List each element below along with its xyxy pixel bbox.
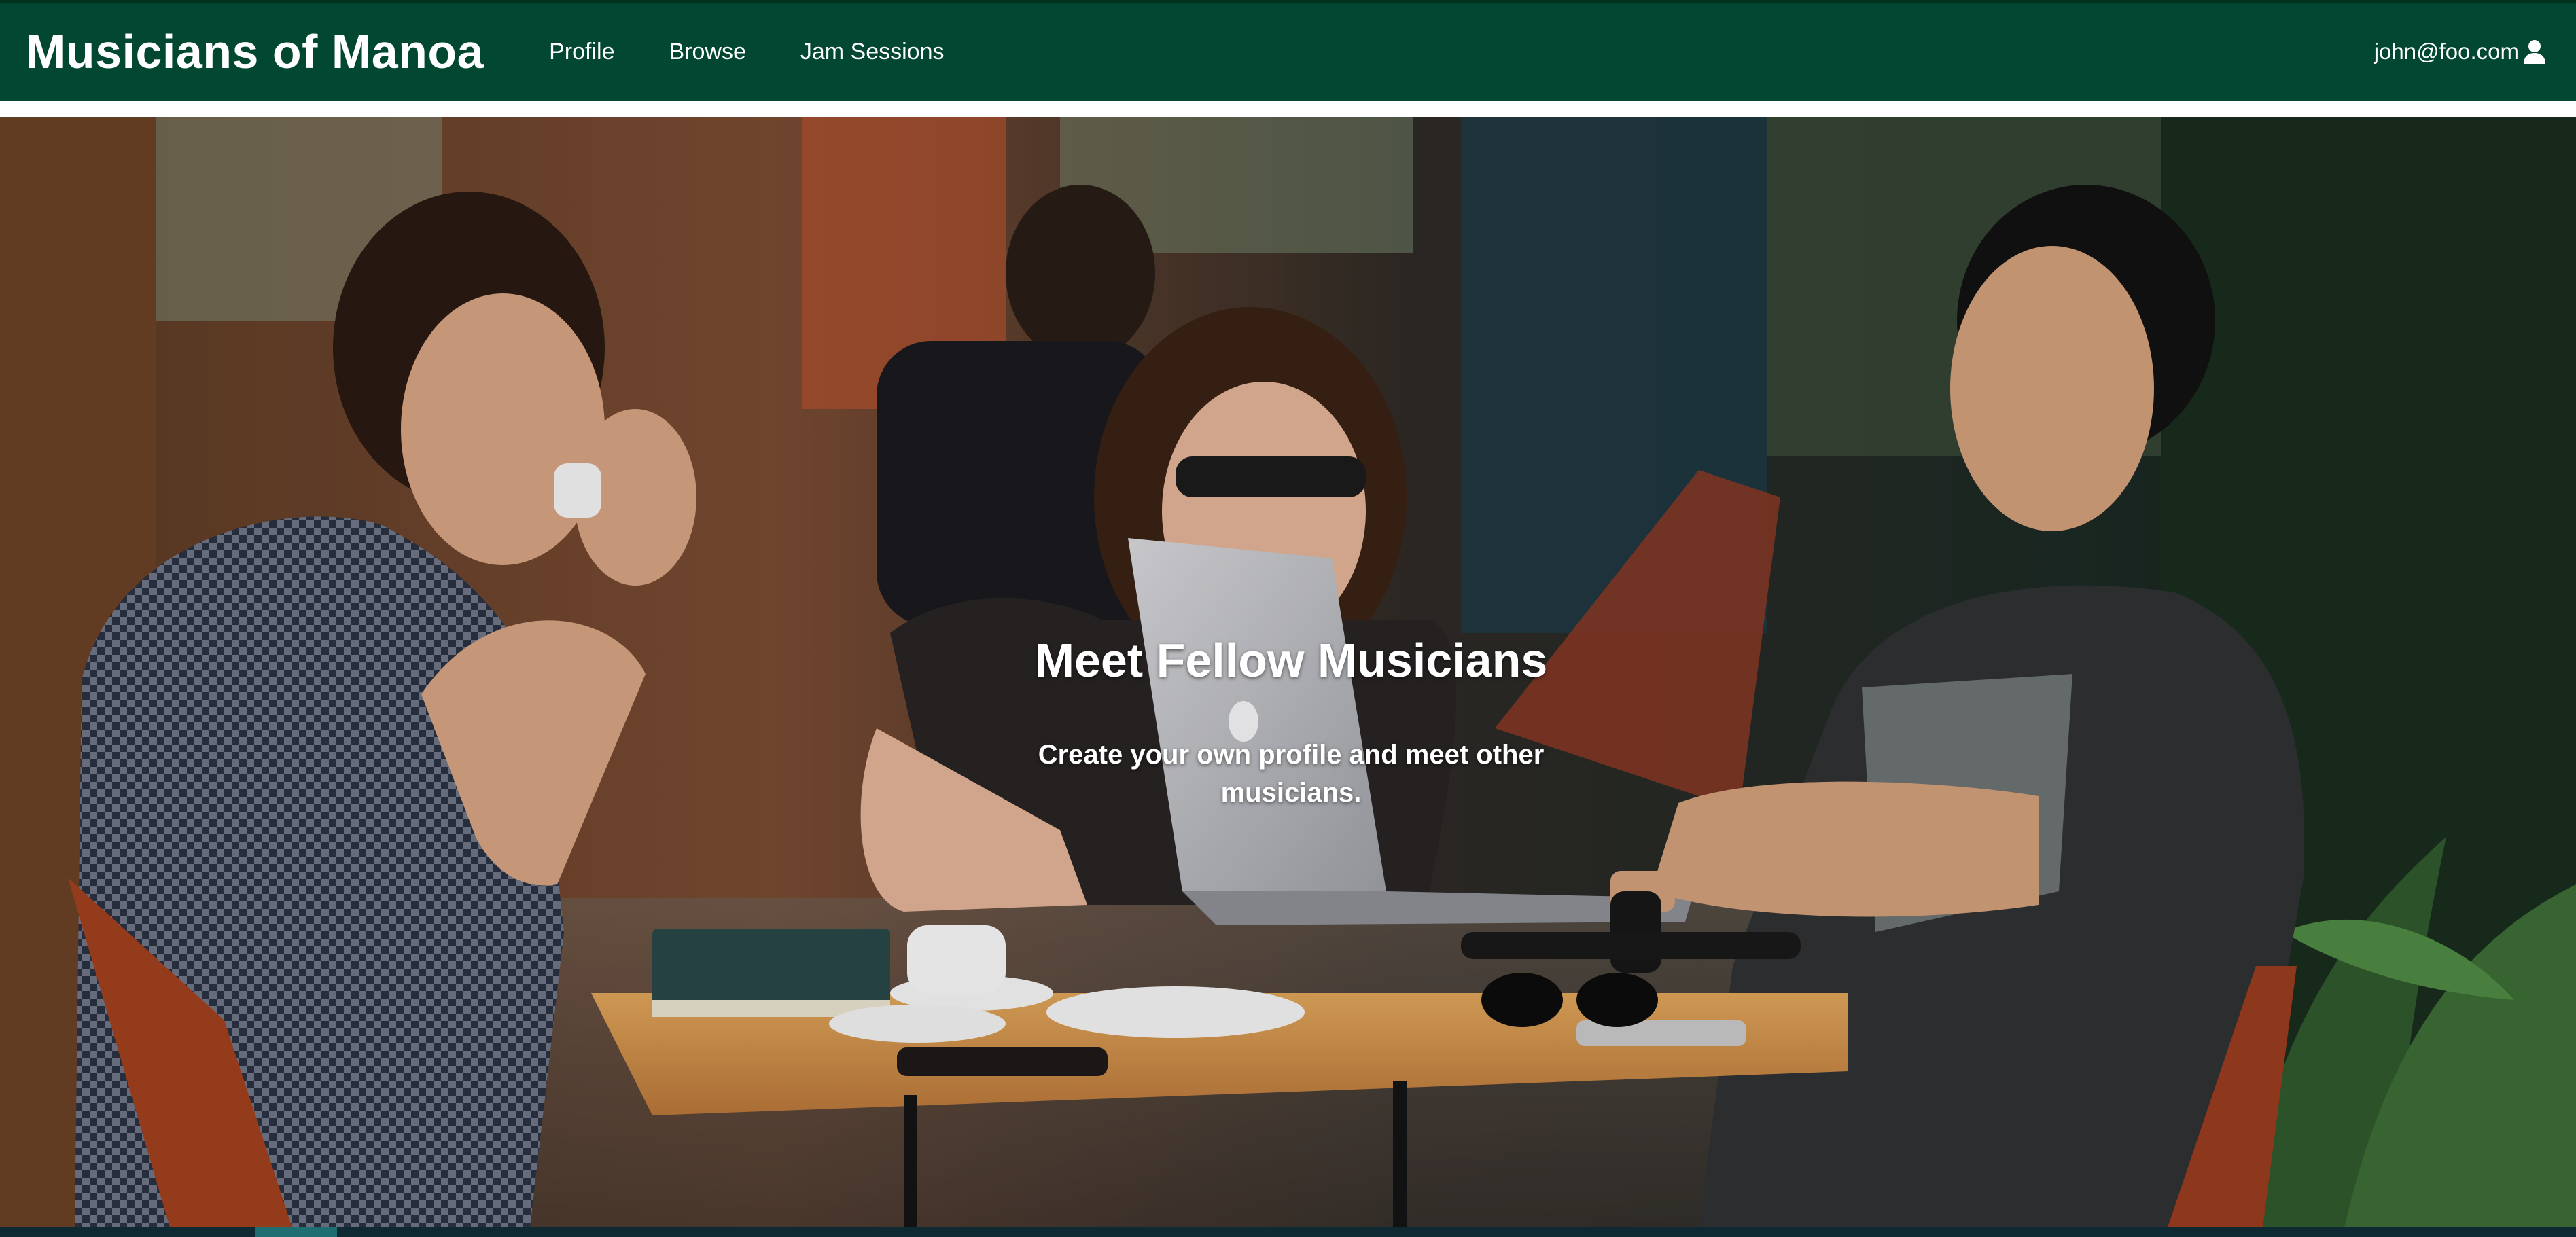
nav-link-browse[interactable]: Browse — [641, 39, 773, 65]
nav-link-profile[interactable]: Profile — [522, 39, 641, 65]
footer-edge — [0, 1227, 2576, 1237]
user-email: john@foo.com — [2374, 39, 2519, 64]
hero-banner: Meet Fellow Musicians Create your own pr… — [0, 117, 2576, 1227]
user-menu[interactable]: john@foo.com — [2374, 39, 2550, 65]
user-icon — [2522, 39, 2547, 65]
footer-accent — [255, 1227, 337, 1237]
brand-logo-link[interactable]: Musicians of Manoa — [26, 24, 484, 79]
top-navbar: Musicians of Manoa Profile Browse Jam Se… — [0, 0, 2576, 101]
hero-content: Meet Fellow Musicians Create your own pr… — [985, 633, 1597, 812]
nav-link-jam-sessions[interactable]: Jam Sessions — [773, 39, 972, 65]
navbar-spacer — [0, 101, 2576, 117]
hero-title: Meet Fellow Musicians — [1034, 634, 1548, 687]
hero-subtitle: Create your own profile and meet other m… — [1038, 739, 1545, 808]
nav-links: Profile Browse Jam Sessions — [522, 39, 971, 65]
